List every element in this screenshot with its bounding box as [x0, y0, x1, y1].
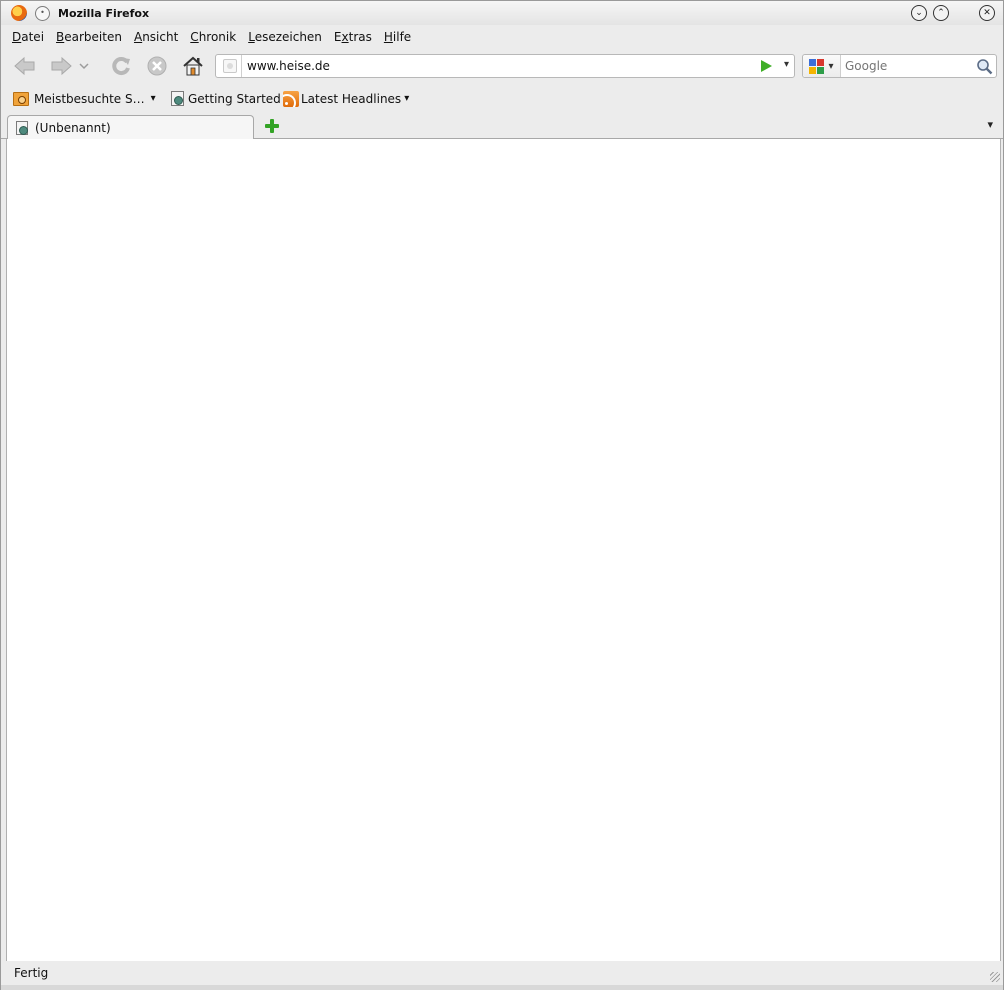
- bookmark-most-visited[interactable]: Meistbesuchte S… ▾: [13, 88, 156, 110]
- history-dropdown[interactable]: [77, 52, 91, 80]
- chevron-down-icon: ▾: [150, 93, 156, 104]
- sticky-pin-icon[interactable]: •: [35, 5, 50, 21]
- tab-bar: (Unbenannt) ▾: [1, 113, 1003, 140]
- back-button[interactable]: [11, 52, 39, 80]
- status-bar: Fertig: [1, 961, 1003, 985]
- search-input[interactable]: [845, 59, 975, 73]
- menu-chronik[interactable]: Chronik: [190, 30, 236, 44]
- address-bar[interactable]: ▾: [215, 54, 795, 78]
- bookmark-label: Latest Headlines: [301, 91, 402, 106]
- page-icon: [16, 121, 28, 135]
- reload-button[interactable]: [107, 52, 135, 80]
- menu-lesezeichen[interactable]: Lesezeichen: [248, 30, 322, 44]
- stop-button[interactable]: [143, 52, 171, 80]
- bookmark-getting-started[interactable]: Getting Started: [171, 88, 281, 110]
- url-history-dropdown-icon[interactable]: ▾: [784, 59, 789, 70]
- search-bar[interactable]: ▾: [802, 54, 997, 78]
- google-icon: [809, 58, 825, 74]
- smart-folder-icon: [13, 91, 29, 106]
- tab-unbenannt[interactable]: (Unbenannt): [7, 115, 254, 140]
- menu-hilfe[interactable]: Hilfe: [384, 30, 411, 44]
- window-controls: ⌄ ⌃ ✕: [911, 5, 995, 21]
- bookmarks-toolbar: Meistbesuchte S… ▾ Getting Started Lates…: [1, 86, 1003, 111]
- tab-list-chevron-icon[interactable]: ▾: [987, 118, 993, 131]
- address-bar-divider: [241, 55, 242, 77]
- rss-feed-icon: [283, 90, 299, 107]
- menu-bar: Datei Bearbeiten Ansicht Chronik Lesezei…: [1, 25, 1003, 48]
- stop-icon: [147, 56, 167, 76]
- home-button[interactable]: [179, 52, 207, 80]
- home-icon: [183, 56, 203, 76]
- menu-ansicht[interactable]: Ansicht: [134, 30, 178, 44]
- page-icon: [171, 91, 184, 106]
- page-content[interactable]: [6, 139, 1001, 961]
- go-arrow-icon[interactable]: [761, 60, 772, 72]
- navigation-toolbar: ▾ ▾: [1, 48, 1003, 84]
- forward-button[interactable]: [47, 52, 75, 80]
- menu-extras[interactable]: Extras: [334, 30, 372, 44]
- window-title: Mozilla Firefox: [58, 6, 150, 20]
- browser-window: • Mozilla Firefox ⌄ ⌃ ✕ Datei Bearbeiten…: [0, 0, 1004, 990]
- status-text: Fertig: [14, 966, 49, 980]
- bookmark-latest-headlines[interactable]: Latest Headlines ▾: [283, 88, 409, 110]
- engine-dropdown-icon: ▾: [828, 60, 834, 72]
- new-tab-plus-icon[interactable]: [264, 118, 280, 134]
- firefox-icon[interactable]: [11, 5, 27, 21]
- search-engine-button[interactable]: ▾: [803, 55, 841, 77]
- search-icon[interactable]: [976, 58, 993, 75]
- back-arrow-icon: [14, 56, 35, 76]
- site-identity-icon[interactable]: [223, 59, 237, 73]
- chevron-down-icon: [79, 63, 89, 70]
- close-button[interactable]: ✕: [979, 5, 995, 21]
- bookmark-label: Meistbesuchte S…: [34, 91, 145, 106]
- forward-arrow-icon: [51, 56, 72, 76]
- minimize-button[interactable]: ⌄: [911, 5, 927, 21]
- title-bar: • Mozilla Firefox ⌄ ⌃ ✕: [1, 1, 1003, 25]
- menu-bearbeiten[interactable]: Bearbeiten: [56, 30, 122, 44]
- url-input[interactable]: [247, 59, 747, 73]
- reload-icon: [112, 57, 130, 76]
- resize-grip-icon[interactable]: [990, 972, 1000, 982]
- maximize-button[interactable]: ⌃: [933, 5, 949, 21]
- window-bottom-edge: [1, 985, 1003, 990]
- bookmark-label: Getting Started: [188, 91, 281, 106]
- tab-label: (Unbenannt): [35, 121, 111, 135]
- menu-datei[interactable]: Datei: [12, 30, 44, 44]
- chevron-down-icon: ▾: [404, 93, 410, 104]
